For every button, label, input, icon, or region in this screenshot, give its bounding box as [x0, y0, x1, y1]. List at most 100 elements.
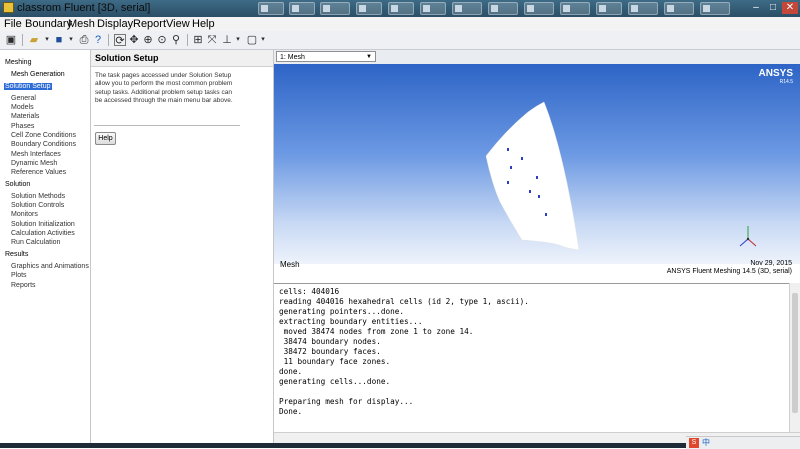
console-vertical-scrollbar[interactable]: [789, 283, 800, 432]
taskbar-button[interactable]: [596, 2, 622, 15]
tree-item-plots[interactable]: Plots: [11, 272, 27, 279]
read-case-icon[interactable]: ▣: [5, 34, 17, 46]
system-tray: S 中: [686, 436, 800, 449]
tree-item-mesh-generation[interactable]: Mesh Generation: [11, 71, 65, 78]
taskbar-button[interactable]: [700, 2, 730, 15]
tree-item-monitors[interactable]: Monitors: [11, 211, 38, 218]
tree-item-calculation-activities[interactable]: Calculation Activities: [11, 230, 75, 237]
probe-icon[interactable]: ⚲: [170, 34, 182, 46]
tree-item-phases[interactable]: Phases: [11, 123, 34, 130]
taskbar-button[interactable]: [488, 2, 518, 15]
maximize-button[interactable]: □: [765, 2, 781, 14]
pan-icon[interactable]: ✥: [128, 34, 140, 46]
zoom-box-icon[interactable]: ⊞: [192, 34, 204, 46]
taskbar-button[interactable]: [628, 2, 658, 15]
mesh-surface: [485, 101, 580, 251]
tree-item-reference-values[interactable]: Reference Values: [11, 169, 66, 176]
sogou-icon[interactable]: S: [689, 438, 699, 448]
console-line: moved 38474 nodes from zone 1 to zone 14…: [279, 327, 474, 336]
help-icon[interactable]: ?: [92, 34, 104, 46]
graphics-window-selector-value: 1: Mesh: [280, 54, 305, 61]
divider: [94, 125, 240, 126]
taskbar-button[interactable]: [258, 2, 284, 15]
console[interactable]: cells: 404016 reading 404016 hexahedral …: [274, 283, 789, 433]
save-icon[interactable]: ■: [53, 34, 65, 46]
task-page-title: Solution Setup: [95, 53, 159, 63]
tree-item-mesh-interfaces[interactable]: Mesh Interfaces: [11, 151, 61, 158]
navigation-tree: Meshing Mesh Generation Solution Setup G…: [0, 50, 91, 443]
taskbar-button[interactable]: [420, 2, 446, 15]
menu-file[interactable]: File: [4, 18, 22, 30]
console-line: done.: [279, 367, 303, 376]
mesh-display: [485, 101, 757, 251]
window-title: classrom Fluent [3D, serial]: [17, 2, 151, 14]
tree-section-results[interactable]: Results: [5, 251, 28, 258]
tree-item-cell-zone-conditions[interactable]: Cell Zone Conditions: [11, 132, 76, 139]
fit-icon[interactable]: ⤧: [206, 34, 218, 46]
chevron-down-icon[interactable]: ▾: [65, 34, 77, 46]
taskbar-button[interactable]: [560, 2, 590, 15]
input-method-indicator[interactable]: 中: [702, 438, 710, 448]
console-line: Done.: [279, 407, 303, 416]
tree-item-boundary-conditions[interactable]: Boundary Conditions: [11, 141, 76, 148]
help-button[interactable]: Help: [95, 132, 116, 145]
taskbar-button[interactable]: [452, 2, 482, 15]
taskbar-button[interactable]: [289, 2, 315, 15]
menu-help[interactable]: Help: [192, 18, 215, 30]
minimize-button[interactable]: –: [748, 2, 764, 14]
tree-item-run-calculation[interactable]: Run Calculation: [11, 239, 60, 246]
taskbar: [0, 443, 800, 448]
chevron-down-icon[interactable]: ▾: [41, 34, 53, 46]
menu-mesh[interactable]: Mesh: [68, 18, 95, 30]
graphics-window: 1: Mesh ▼ ANSYS R14.5 Mesh Nov 29, 2015 …: [274, 50, 800, 282]
taskbar-button[interactable]: [388, 2, 414, 15]
menu-display[interactable]: Display: [97, 18, 133, 30]
tree-item-reports[interactable]: Reports: [11, 282, 36, 289]
display-date: Nov 29, 2015: [750, 260, 792, 267]
zoom-to-fit-icon[interactable]: ⊙: [156, 34, 168, 46]
taskbar-button[interactable]: [320, 2, 350, 15]
tree-item-solution-setup[interactable]: Solution Setup: [4, 83, 52, 90]
menu-report[interactable]: Report: [133, 18, 166, 30]
menu-bar: File Boundary Mesh Display Report View H…: [0, 17, 800, 32]
console-line: 11 boundary face zones.: [279, 357, 391, 366]
tree-item-solution-initialization[interactable]: Solution Initialization: [11, 221, 75, 228]
tree-item-models[interactable]: Models: [11, 104, 34, 111]
scrollbar-thumb[interactable]: [792, 293, 798, 413]
graphics-window-selector[interactable]: 1: Mesh ▼: [276, 51, 376, 62]
zoom-in-icon[interactable]: ⊕: [142, 34, 154, 46]
graphics-viewport[interactable]: ANSYS R14.5: [274, 64, 800, 264]
console-line: 38474 boundary nodes.: [279, 337, 381, 346]
fluent-app-icon: [3, 2, 14, 13]
close-button[interactable]: ✕: [782, 2, 798, 14]
tree-item-graphics-and-animations[interactable]: Graphics and Animations: [11, 263, 89, 270]
rotate-icon[interactable]: ⟳: [114, 34, 126, 47]
display-label: Mesh: [280, 260, 300, 269]
toolbar: ▣ ▰ ▾ ■ ▾ ⎙ ? ⟳ ✥ ⊕ ⊙ ⚲ ⊞ ⤧ ⊥ ▾ ▢ ▾: [0, 31, 800, 50]
menu-boundary[interactable]: Boundary: [25, 18, 72, 30]
taskbar-button[interactable]: [524, 2, 554, 15]
console-line: 38472 boundary faces.: [279, 347, 381, 356]
tree-section-meshing[interactable]: Meshing: [5, 59, 31, 66]
chevron-down-icon[interactable]: ▾: [232, 34, 244, 46]
open-folder-icon[interactable]: ▰: [28, 34, 40, 46]
tree-section-solution[interactable]: Solution: [5, 181, 30, 188]
title-bar: classrom Fluent [3D, serial] – □ ✕: [0, 0, 800, 17]
chevron-down-icon: ▼: [366, 54, 372, 60]
console-line: Preparing mesh for display...: [279, 397, 414, 406]
task-page-header: Solution Setup: [91, 50, 273, 67]
tree-item-solution-methods[interactable]: Solution Methods: [11, 193, 65, 200]
taskbar-button[interactable]: [664, 2, 694, 15]
product-version: ANSYS Fluent Meshing 14.5 (3D, serial): [666, 268, 792, 275]
menu-view[interactable]: View: [166, 18, 190, 30]
tree-item-materials[interactable]: Materials: [11, 113, 39, 120]
task-page-description: The task pages accessed under Solution S…: [95, 72, 233, 105]
tree-item-general[interactable]: General: [11, 95, 36, 102]
console-line: cells: 404016: [279, 287, 340, 296]
chevron-down-icon[interactable]: ▾: [257, 34, 269, 46]
tree-item-dynamic-mesh[interactable]: Dynamic Mesh: [11, 160, 57, 167]
tree-item-solution-controls[interactable]: Solution Controls: [11, 202, 64, 209]
console-line: generating cells...done.: [279, 377, 391, 386]
print-icon[interactable]: ⎙: [78, 34, 90, 46]
taskbar-button[interactable]: [356, 2, 382, 15]
